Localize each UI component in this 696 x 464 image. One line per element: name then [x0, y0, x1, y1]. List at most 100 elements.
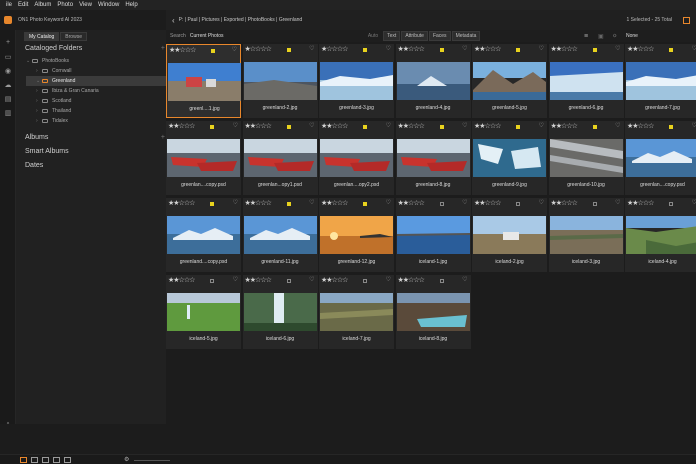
photo-image[interactable]	[473, 62, 546, 100]
color-label-icon[interactable]	[592, 48, 597, 52]
heart-icon[interactable]: ♡	[539, 122, 544, 129]
filter-tab-text[interactable]: Text	[383, 31, 401, 41]
star-rating[interactable]: ★★☆☆☆	[245, 122, 272, 130]
photo-thumbnail[interactable]: ★★☆☆☆ ♡ iceland-4.jpg	[625, 198, 696, 272]
heart-icon[interactable]: ♡	[615, 122, 620, 129]
photo-image[interactable]	[626, 139, 696, 177]
map-view-icon[interactable]	[64, 457, 71, 463]
heart-icon[interactable]: ♡	[539, 199, 544, 206]
folder-tree-item[interactable]: ⌄ Greenland	[26, 76, 166, 86]
photo-thumbnail[interactable]: ★★☆☆☆ ♡ greenlan....copy.psd	[625, 121, 696, 195]
sort-icon[interactable]: ≡	[584, 33, 588, 40]
photo-image[interactable]	[168, 63, 241, 101]
star-rating[interactable]: ★★☆☆☆	[398, 199, 425, 207]
menu-item[interactable]: Edit	[18, 2, 28, 8]
photo-image[interactable]	[243, 139, 317, 177]
photo-image[interactable]	[396, 139, 470, 177]
star-rating[interactable]: ★★☆☆☆	[627, 45, 654, 53]
star-rating[interactable]: ★★☆☆☆	[474, 45, 501, 53]
heart-icon[interactable]: ♡	[462, 276, 467, 283]
folder-tree-item[interactable]: › Cornwall	[26, 66, 166, 76]
star-rating[interactable]: ★★☆☆☆	[474, 122, 501, 130]
photo-image[interactable]	[626, 62, 696, 100]
photo-thumbnail[interactable]: ★★☆☆☆ ♡ iceland-8.jpg	[395, 275, 471, 349]
color-label-icon[interactable]	[286, 125, 291, 129]
star-rating[interactable]: ★★☆☆☆	[474, 199, 501, 207]
color-label-icon[interactable]	[211, 49, 215, 53]
drive-icon[interactable]: ▤	[3, 94, 13, 103]
smart-albums-header[interactable]: Smart Albums	[25, 148, 165, 155]
heart-icon[interactable]: ♡	[386, 199, 391, 206]
star-rating[interactable]: ★★☆☆☆	[551, 45, 578, 53]
heart-icon[interactable]: ♡	[615, 199, 620, 206]
star-rating[interactable]: ★★☆☆☆	[627, 122, 654, 130]
menu-item[interactable]: Photo	[57, 2, 73, 8]
heart-icon[interactable]: ♡	[309, 122, 314, 129]
heart-icon[interactable]: ♡	[386, 45, 391, 52]
star-rating[interactable]: ★★☆☆☆	[321, 199, 348, 207]
compare-view-icon[interactable]	[53, 457, 60, 463]
dates-header[interactable]: Dates	[25, 162, 165, 169]
star-rating[interactable]: ★☆☆☆☆	[321, 45, 348, 53]
thumbnail-size-slider[interactable]	[134, 460, 170, 461]
menu-item[interactable]: ile	[6, 2, 12, 8]
star-rating[interactable]: ★★☆☆☆	[321, 122, 348, 130]
star-rating[interactable]: ★★☆☆☆	[245, 199, 272, 207]
photo-thumbnail[interactable]: ★★☆☆☆ ♡ greenland....copy.psd	[166, 198, 241, 272]
tab-browse[interactable]: Browse	[60, 32, 87, 41]
star-rating[interactable]: ★★☆☆☆	[168, 276, 195, 284]
photo-image[interactable]	[626, 216, 696, 254]
photo-image[interactable]	[320, 62, 393, 100]
color-label-icon[interactable]	[286, 202, 291, 206]
color-label-icon[interactable]	[286, 279, 291, 283]
color-label-icon[interactable]	[592, 125, 597, 129]
cloud-icon[interactable]: ☁	[3, 80, 13, 89]
color-label-icon[interactable]	[592, 202, 597, 206]
photo-image[interactable]	[167, 139, 240, 177]
folder-tree-item[interactable]: › Thailand	[26, 106, 166, 116]
photo-image[interactable]	[320, 139, 393, 177]
photo-thumbnail[interactable]: ★☆☆☆☆ ♡ greenland-2.jpg	[242, 44, 318, 118]
auto-toggle[interactable]: Auto	[364, 31, 382, 41]
photo-image[interactable]	[167, 293, 240, 331]
star-rating[interactable]: ★★☆☆☆	[245, 276, 272, 284]
color-label-icon[interactable]	[363, 48, 367, 52]
color-label-icon[interactable]	[210, 279, 214, 283]
photo-thumbnail[interactable]: ★★☆☆☆ ♡ iceland-5.jpg	[166, 275, 241, 349]
heart-icon[interactable]: ♡	[309, 276, 314, 283]
star-rating[interactable]: ★★☆☆☆	[169, 46, 196, 54]
heart-icon[interactable]: ♡	[309, 199, 314, 206]
color-label-icon[interactable]	[210, 125, 214, 129]
color-label-icon[interactable]	[363, 202, 367, 206]
image-icon[interactable]: ▣	[598, 33, 604, 40]
color-label-icon[interactable]	[516, 202, 520, 206]
filter-tab-faces[interactable]: Faces	[428, 31, 451, 41]
color-label-icon[interactable]	[516, 48, 520, 52]
detail-view-icon[interactable]	[31, 457, 38, 463]
star-rating[interactable]: ★★☆☆☆	[627, 199, 654, 207]
heart-icon[interactable]: ♡	[462, 199, 467, 206]
menu-item[interactable]: Album	[34, 2, 51, 8]
photo-thumbnail[interactable]: ★★☆☆☆ ♡ greenland-5.jpg	[472, 44, 547, 118]
folder-tree-item[interactable]: › Tidalex	[26, 116, 166, 126]
monitor-icon[interactable]: ▭	[3, 52, 13, 61]
folder-tree-item[interactable]: ⌄ PhotoBooks	[26, 56, 166, 66]
filter-tab-attribute[interactable]: Attribute	[401, 31, 428, 41]
folder-tree-item[interactable]: › Scotland	[26, 96, 166, 106]
add-album-icon[interactable]: +	[161, 134, 165, 141]
grid-view-icon[interactable]	[20, 457, 27, 463]
heart-icon[interactable]: ♡	[615, 45, 620, 52]
albums-header[interactable]: Albums +	[25, 134, 165, 141]
color-label-icon[interactable]	[439, 48, 444, 52]
photo-thumbnail[interactable]: ★★☆☆☆ ♡ greenland-10.jpg	[548, 121, 624, 195]
folder-tree-item[interactable]: › Ibiza & Gran Canaria	[26, 86, 166, 96]
color-label-icon[interactable]	[439, 279, 444, 283]
photo-image[interactable]	[243, 293, 317, 331]
sort-dropdown[interactable]: None	[626, 33, 638, 39]
back-chevron-icon[interactable]: ‹	[172, 16, 175, 25]
heart-icon[interactable]: ♡	[233, 122, 238, 129]
cataloged-folders-header[interactable]: Cataloged Folders +	[25, 45, 165, 52]
add-icon[interactable]: +	[3, 38, 13, 47]
menu-item[interactable]: View	[79, 2, 92, 8]
photo-thumbnail[interactable]: ★★☆☆☆ ♡ greenl....1.jpg	[166, 44, 241, 118]
